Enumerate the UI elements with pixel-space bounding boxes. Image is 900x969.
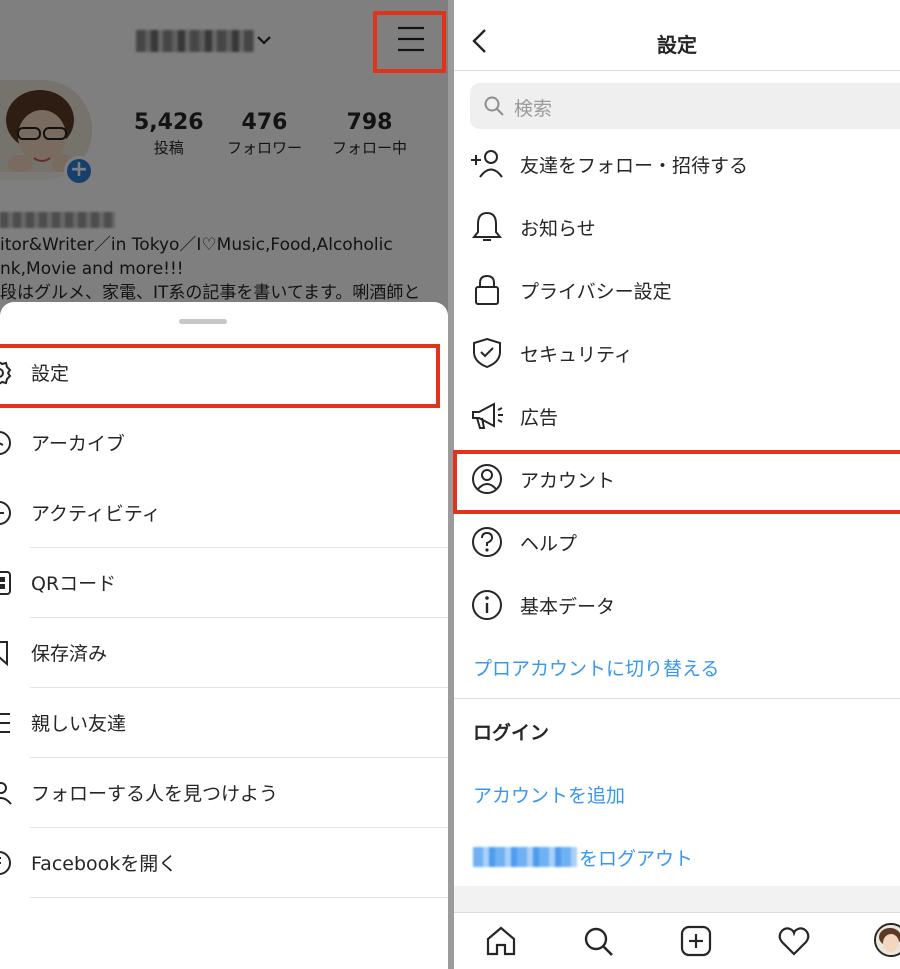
activity-icon bbox=[0, 501, 11, 525]
menu-item-label: アクティビティ bbox=[31, 503, 161, 525]
highlight-box-hamburger bbox=[373, 11, 446, 73]
bell-icon bbox=[471, 211, 503, 241]
help-icon bbox=[472, 527, 502, 557]
profile-avatar[interactable] bbox=[874, 923, 900, 957]
search-input[interactable]: 検索 bbox=[470, 83, 900, 129]
menu-item-label: Facebookを開く bbox=[31, 853, 178, 875]
settings-item-label: セキュリティ bbox=[520, 344, 633, 366]
add-friend-icon bbox=[471, 150, 503, 178]
info-icon bbox=[472, 590, 502, 620]
search-icon bbox=[484, 96, 504, 116]
menu-item-saved[interactable]: 保存済み bbox=[0, 618, 448, 688]
menu-item-label: フォローする人を見つけよう bbox=[31, 783, 279, 805]
shield-check-icon bbox=[473, 337, 501, 369]
settings-item-label: プライバシー設定 bbox=[520, 281, 672, 303]
close-friends-icon bbox=[0, 713, 10, 733]
menu-item-close-friends[interactable]: 親しい友達 bbox=[0, 688, 448, 758]
highlight-box-account bbox=[453, 450, 900, 514]
profile-menu-panel: + 5,426 投稿 476 フォロワー 798 フォロー中 itor&Writ… bbox=[0, 0, 450, 969]
highlight-box-settings bbox=[0, 344, 440, 408]
new-post-icon[interactable] bbox=[679, 925, 713, 957]
settings-item-notifications[interactable]: お知らせ bbox=[454, 197, 900, 259]
megaphone-icon bbox=[472, 402, 503, 429]
settings-item-privacy[interactable]: プライバシー設定 bbox=[454, 260, 900, 322]
settings-item-security[interactable]: セキュリティ bbox=[454, 323, 900, 385]
menu-item-label: 保存済み bbox=[31, 643, 108, 665]
settings-item-label: 基本データ bbox=[520, 596, 616, 618]
menu-item-label: アーカイブ bbox=[31, 433, 125, 455]
logout-link[interactable]: をログアウト bbox=[579, 844, 693, 871]
settings-item-label: 広告 bbox=[520, 407, 559, 429]
settings-item-label: お知らせ bbox=[520, 218, 596, 240]
heart-icon[interactable] bbox=[777, 925, 811, 957]
archive-icon bbox=[0, 431, 11, 455]
settings-item-label: 友達をフォロー・招待する bbox=[520, 155, 749, 177]
home-icon[interactable] bbox=[484, 925, 518, 957]
page-title: 設定 bbox=[657, 33, 697, 57]
menu-item-label: QRコード bbox=[31, 573, 117, 595]
header-divider bbox=[454, 70, 900, 71]
blurred-logout-username[interactable] bbox=[473, 847, 577, 867]
menu-item-activity[interactable]: アクティビティ bbox=[0, 478, 448, 548]
menu-item-open-facebook[interactable]: Facebookを開く bbox=[0, 828, 448, 898]
menu-item-label: 親しい友達 bbox=[31, 713, 127, 735]
bookmark-icon bbox=[0, 641, 8, 666]
bottom-tab-bar bbox=[454, 912, 900, 969]
search-placeholder: 検索 bbox=[514, 98, 553, 120]
facebook-icon bbox=[0, 851, 11, 875]
qr-code-icon bbox=[0, 571, 11, 595]
section-divider bbox=[454, 698, 900, 699]
menu-item-archive[interactable]: アーカイブ bbox=[0, 408, 448, 478]
separator bbox=[30, 897, 448, 898]
settings-item-help[interactable]: ヘルプ bbox=[454, 512, 900, 574]
settings-item-follow-invite[interactable]: 友達をフォロー・招待する bbox=[454, 134, 900, 196]
settings-item-label: ヘルプ bbox=[520, 533, 578, 555]
search-icon[interactable] bbox=[581, 925, 615, 957]
settings-item-about[interactable]: 基本データ bbox=[454, 575, 900, 637]
switch-to-pro-link[interactable]: プロアカウントに切り替える bbox=[473, 654, 719, 681]
menu-item-discover-people[interactable]: フォローする人を見つけよう bbox=[0, 758, 448, 828]
lock-icon bbox=[475, 274, 499, 305]
screenshot-root: + 5,426 投稿 476 フォロワー 798 フォロー中 itor&Writ… bbox=[0, 0, 900, 969]
sheet-grabber-handle[interactable] bbox=[179, 319, 227, 324]
login-section-header: ログイン bbox=[473, 722, 550, 744]
menu-item-qr-code[interactable]: QRコード bbox=[0, 548, 448, 618]
add-account-link[interactable]: アカウントを追加 bbox=[473, 781, 625, 808]
settings-item-ads[interactable]: 広告 bbox=[454, 386, 900, 448]
add-person-icon bbox=[0, 782, 12, 805]
